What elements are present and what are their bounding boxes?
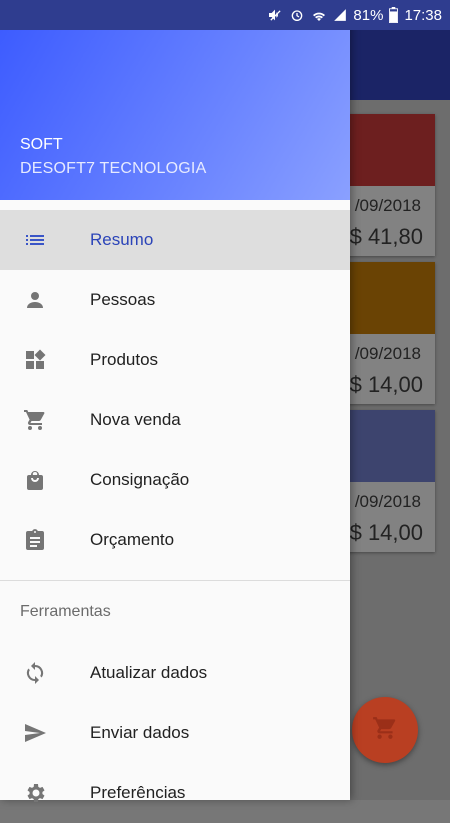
- drawer-header: SOFT DESOFT7 TECNOLOGIA: [0, 30, 350, 200]
- mute-icon: [267, 7, 283, 23]
- send-icon: [22, 720, 48, 746]
- person-icon: [22, 287, 48, 313]
- widgets-icon: [22, 347, 48, 373]
- navigation-drawer: SOFT DESOFT7 TECNOLOGIA Resumo Pessoas P…: [0, 0, 350, 802]
- menu-item-atualizar-dados[interactable]: Atualizar dados: [0, 643, 350, 703]
- menu-item-produtos[interactable]: Produtos: [0, 330, 350, 390]
- sync-icon: [22, 660, 48, 686]
- menu-item-label: Enviar dados: [90, 723, 190, 742]
- menu-item-enviar-dados[interactable]: Enviar dados: [0, 703, 350, 763]
- menu-item-label: Nova venda: [90, 410, 181, 429]
- section-header-ferramentas: Ferramentas: [20, 603, 111, 620]
- cart-icon: [372, 715, 398, 746]
- list-icon: [22, 227, 48, 253]
- account-company: DESOFT7 TECNOLOGIA: [20, 160, 207, 177]
- clock: 17:38: [404, 6, 442, 24]
- menu-item-consignacao[interactable]: Consignação: [0, 450, 350, 510]
- menu-item-resumo[interactable]: Resumo: [0, 210, 350, 270]
- card-date: /09/2018: [354, 196, 421, 215]
- menu-item-label: Resumo: [90, 230, 154, 249]
- card-value: $ 14,00: [349, 520, 423, 545]
- battery-icon: [389, 7, 399, 23]
- clipboard-icon: [22, 527, 48, 553]
- account-name: SOFT: [20, 136, 63, 153]
- alarm-icon: [289, 7, 305, 23]
- menu-item-nova-venda[interactable]: Nova venda: [0, 390, 350, 450]
- new-sale-fab[interactable]: [352, 697, 418, 763]
- settings-icon: [22, 780, 48, 806]
- card-date: /09/2018: [354, 492, 421, 511]
- wifi-icon: [311, 7, 327, 23]
- card-date: /09/2018: [354, 344, 421, 363]
- signal-icon: [333, 7, 347, 23]
- menu-item-label: Pessoas: [90, 290, 156, 309]
- menu-item-label: Produtos: [90, 350, 159, 369]
- status-bar: 81% 17:38: [0, 0, 450, 30]
- menu-item-label: Orçamento: [90, 530, 175, 549]
- menu-item-preferencias[interactable]: Preferências: [0, 763, 350, 823]
- bag-icon: [22, 467, 48, 493]
- menu-item-label: Atualizar dados: [90, 663, 208, 682]
- cart-icon: [22, 407, 48, 433]
- card-value: $ 14,00: [349, 372, 423, 397]
- drawer-menu: Resumo Pessoas Produtos Nova venda Consi…: [0, 210, 350, 823]
- menu-item-pessoas[interactable]: Pessoas: [0, 270, 350, 330]
- battery-percent: 81%: [353, 6, 384, 24]
- card-value: $ 41,80: [349, 224, 423, 249]
- menu-item-label: Consignação: [90, 470, 190, 489]
- menu-item-orcamento[interactable]: Orçamento: [0, 510, 350, 570]
- menu-item-label: Preferências: [90, 783, 186, 802]
